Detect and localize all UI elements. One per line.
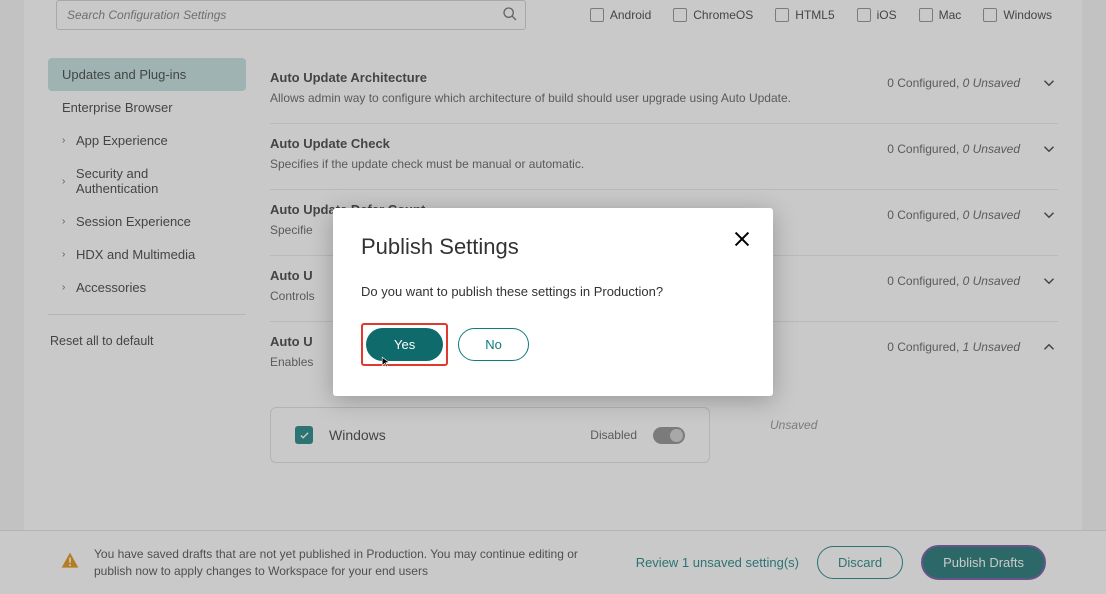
annotation-highlight: Yes [361, 323, 448, 366]
modal-no-button[interactable]: No [458, 328, 529, 361]
modal-title: Publish Settings [361, 234, 745, 260]
modal-overlay: Publish Settings Do you want to publish … [0, 0, 1106, 594]
cursor-icon [381, 356, 393, 368]
publish-settings-modal: Publish Settings Do you want to publish … [333, 208, 773, 396]
modal-body: Do you want to publish these settings in… [361, 284, 745, 299]
close-icon [731, 228, 753, 250]
modal-close-button[interactable] [731, 228, 753, 253]
modal-yes-button[interactable]: Yes [366, 328, 443, 361]
